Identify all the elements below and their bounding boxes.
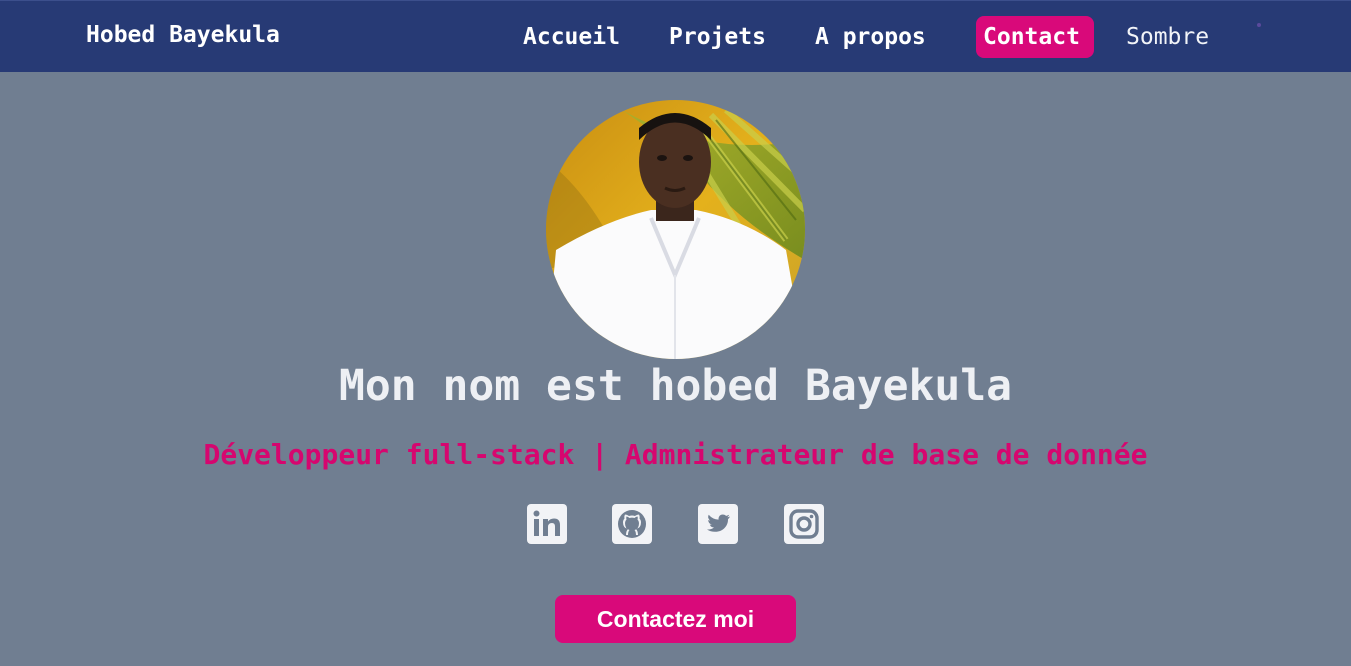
github-icon[interactable] bbox=[612, 504, 652, 544]
profile-photo bbox=[546, 100, 805, 359]
hero-subtitle: Développeur full-stack | Admnistrateur d… bbox=[203, 438, 1148, 471]
nav-link-accueil[interactable]: Accueil bbox=[523, 16, 620, 58]
theme-toggle-button[interactable]: Sombre bbox=[1126, 16, 1209, 58]
nav-link-projets[interactable]: Projets bbox=[669, 16, 766, 58]
nav-link-a-propos[interactable]: A propos bbox=[815, 16, 926, 58]
contact-me-button[interactable]: Contactez moi bbox=[555, 595, 796, 643]
twitter-icon[interactable] bbox=[698, 504, 738, 544]
nav-link-contact[interactable]: Contact bbox=[976, 16, 1094, 58]
profile-photo-illustration bbox=[546, 100, 805, 359]
instagram-icon[interactable] bbox=[784, 504, 824, 544]
brand-logo-link[interactable]: Hobed Bayekula bbox=[86, 21, 280, 49]
hero-title: Mon nom est hobed Bayekula bbox=[338, 361, 1013, 411]
decorative-dot bbox=[1257, 23, 1261, 27]
navbar: Hobed Bayekula Accueil Projets A propos … bbox=[0, 0, 1351, 72]
linkedin-icon[interactable] bbox=[527, 504, 567, 544]
